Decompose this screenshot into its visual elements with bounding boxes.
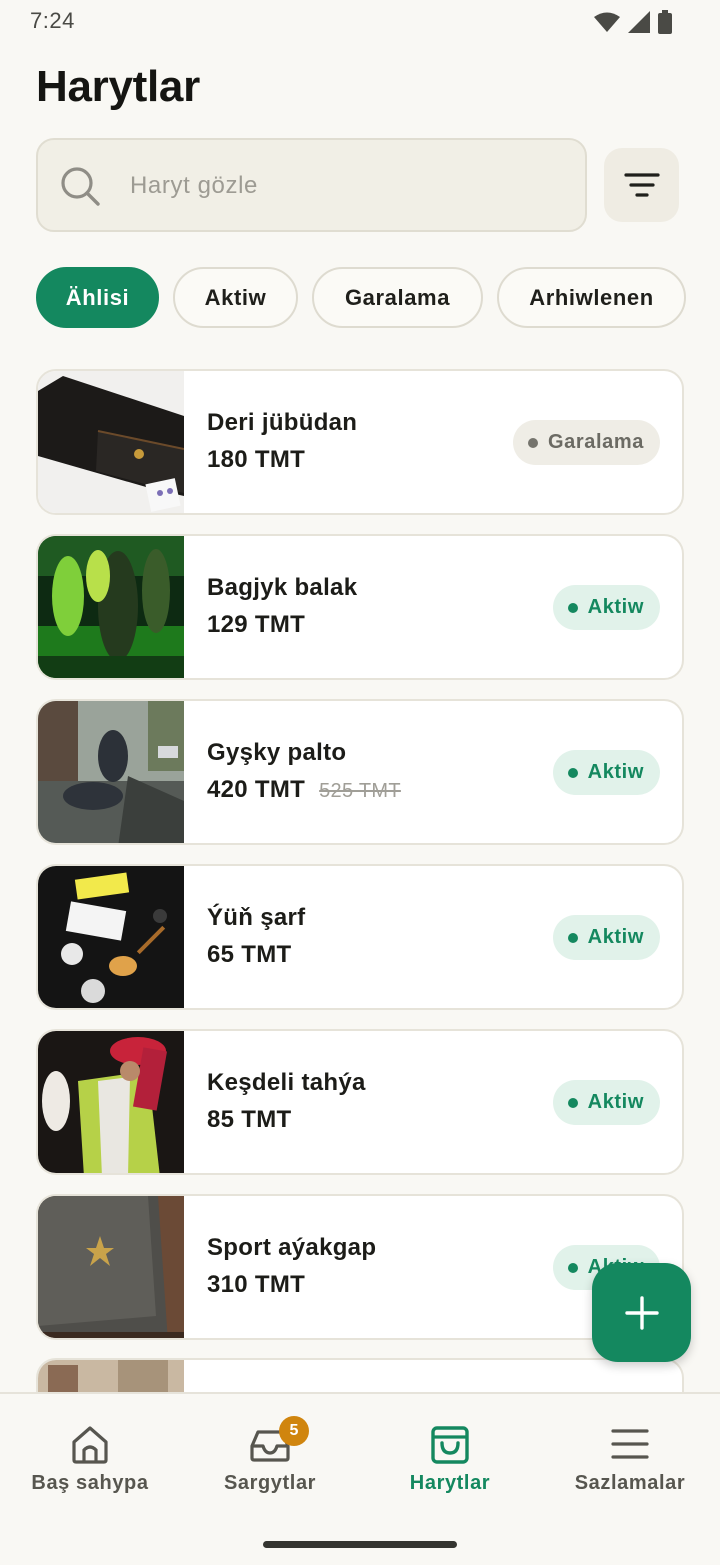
plus-icon xyxy=(624,1295,659,1330)
status-time: 7:24 xyxy=(30,8,75,33)
product-name: Bagjyk balak xyxy=(207,574,358,601)
home-icon xyxy=(72,1426,108,1464)
product-name: Gyşky palto xyxy=(207,739,347,766)
product-price: 310 TMT xyxy=(207,1271,306,1298)
chip-archived[interactable]: Arhiwlenen xyxy=(497,267,686,328)
filter-button[interactable] xyxy=(604,148,679,222)
nav-settings[interactable]: Sazlamalar xyxy=(540,1394,720,1514)
battery-icon xyxy=(658,10,672,34)
filter-icon xyxy=(623,173,660,197)
product-name: Keşdeli tahýa xyxy=(207,1069,366,1096)
status-badge: Aktiw xyxy=(552,915,660,960)
add-product-button[interactable] xyxy=(592,1263,691,1362)
product-card[interactable]: Sport aýakgap 310 TMT Aktiw xyxy=(36,1194,684,1340)
status-dot xyxy=(567,602,578,613)
product-image xyxy=(38,1196,184,1338)
chip-active[interactable]: Aktiw xyxy=(173,267,298,328)
menu-icon xyxy=(611,1429,649,1459)
product-image xyxy=(38,1031,184,1173)
status-badge: Aktiw xyxy=(552,585,660,630)
bottom-nav: Baş sahypa 5 Sargytlar Harytlar Sazlamal… xyxy=(0,1392,720,1565)
price-row: 310 TMT xyxy=(207,1271,305,1299)
product-card[interactable]: Bagjyk balak 129 TMT Aktiw xyxy=(36,534,684,680)
product-price: 85 TMT xyxy=(207,1106,292,1133)
search-box[interactable] xyxy=(36,138,587,232)
status-bar: 7:24 xyxy=(0,0,720,44)
product-card[interactable]: Gyşky palto 420 TMT 525 TMT Aktiw xyxy=(36,699,684,845)
nav-products[interactable]: Harytlar xyxy=(360,1394,540,1514)
product-name: Ýüň şarf xyxy=(207,904,306,931)
status-dot xyxy=(567,1262,578,1273)
page-title: Harytlar xyxy=(36,62,200,111)
status-icons xyxy=(594,10,672,34)
price-row: 65 TMT xyxy=(207,941,291,969)
status-dot xyxy=(567,767,578,778)
status-label: Aktiw xyxy=(587,596,644,618)
status-label: Garalama xyxy=(548,431,644,453)
status-dot xyxy=(528,437,539,448)
product-card[interactable]: Ýüň şarf 65 TMT Aktiw xyxy=(36,864,684,1010)
shopping-bag-icon xyxy=(431,1426,469,1464)
chip-all[interactable]: Ählisi xyxy=(36,267,159,328)
nav-home[interactable]: Baş sahypa xyxy=(0,1394,180,1514)
status-label: Aktiw xyxy=(587,926,644,948)
status-label: Aktiw xyxy=(587,761,644,783)
price-row: 180 TMT xyxy=(207,446,305,474)
product-image xyxy=(38,536,184,678)
signal-icon xyxy=(628,11,650,33)
nav-label: Sargytlar xyxy=(223,1472,317,1494)
product-price: 180 TMT xyxy=(207,446,306,473)
nav-orders[interactable]: 5 Sargytlar xyxy=(180,1394,360,1514)
product-image xyxy=(38,701,184,843)
price-row: 85 TMT xyxy=(207,1106,291,1134)
price-row: 420 TMT 525 TMT xyxy=(207,776,401,804)
search-input[interactable] xyxy=(130,164,560,208)
status-dot xyxy=(567,932,578,943)
product-price: 65 TMT xyxy=(207,941,292,968)
chip-draft[interactable]: Garalama xyxy=(312,267,483,328)
nav-label: Sazlamalar xyxy=(574,1472,686,1494)
orders-count-badge: 5 xyxy=(279,1416,309,1446)
status-badge: Aktiw xyxy=(552,750,660,795)
status-label: Aktiw xyxy=(587,1091,644,1113)
old-price: 525 TMT xyxy=(319,780,401,802)
price-row: 129 TMT xyxy=(207,611,305,639)
wifi-icon xyxy=(594,12,620,32)
status-dot xyxy=(567,1097,578,1108)
home-indicator[interactable] xyxy=(263,1541,457,1548)
product-price: 420 TMT xyxy=(207,776,306,803)
product-card[interactable]: Deri jübüdan 180 TMT Garalama xyxy=(36,369,684,515)
products-screen: 7:24 Harytlar Ählisi Aktiw Garalama Arhi… xyxy=(0,0,720,1565)
product-name: Deri jübüdan xyxy=(207,409,358,436)
product-image xyxy=(38,866,184,1008)
status-badge: Garalama xyxy=(513,420,660,465)
nav-label: Harytlar xyxy=(409,1472,491,1494)
status-badge: Aktiw xyxy=(552,1080,660,1125)
nav-label: Baş sahypa xyxy=(31,1472,149,1494)
product-price: 129 TMT xyxy=(207,611,306,638)
search-icon xyxy=(61,167,100,206)
product-card[interactable]: Keşdeli tahýa 85 TMT Aktiw xyxy=(36,1029,684,1175)
product-image xyxy=(38,371,184,513)
product-name: Sport aýakgap xyxy=(207,1234,377,1261)
